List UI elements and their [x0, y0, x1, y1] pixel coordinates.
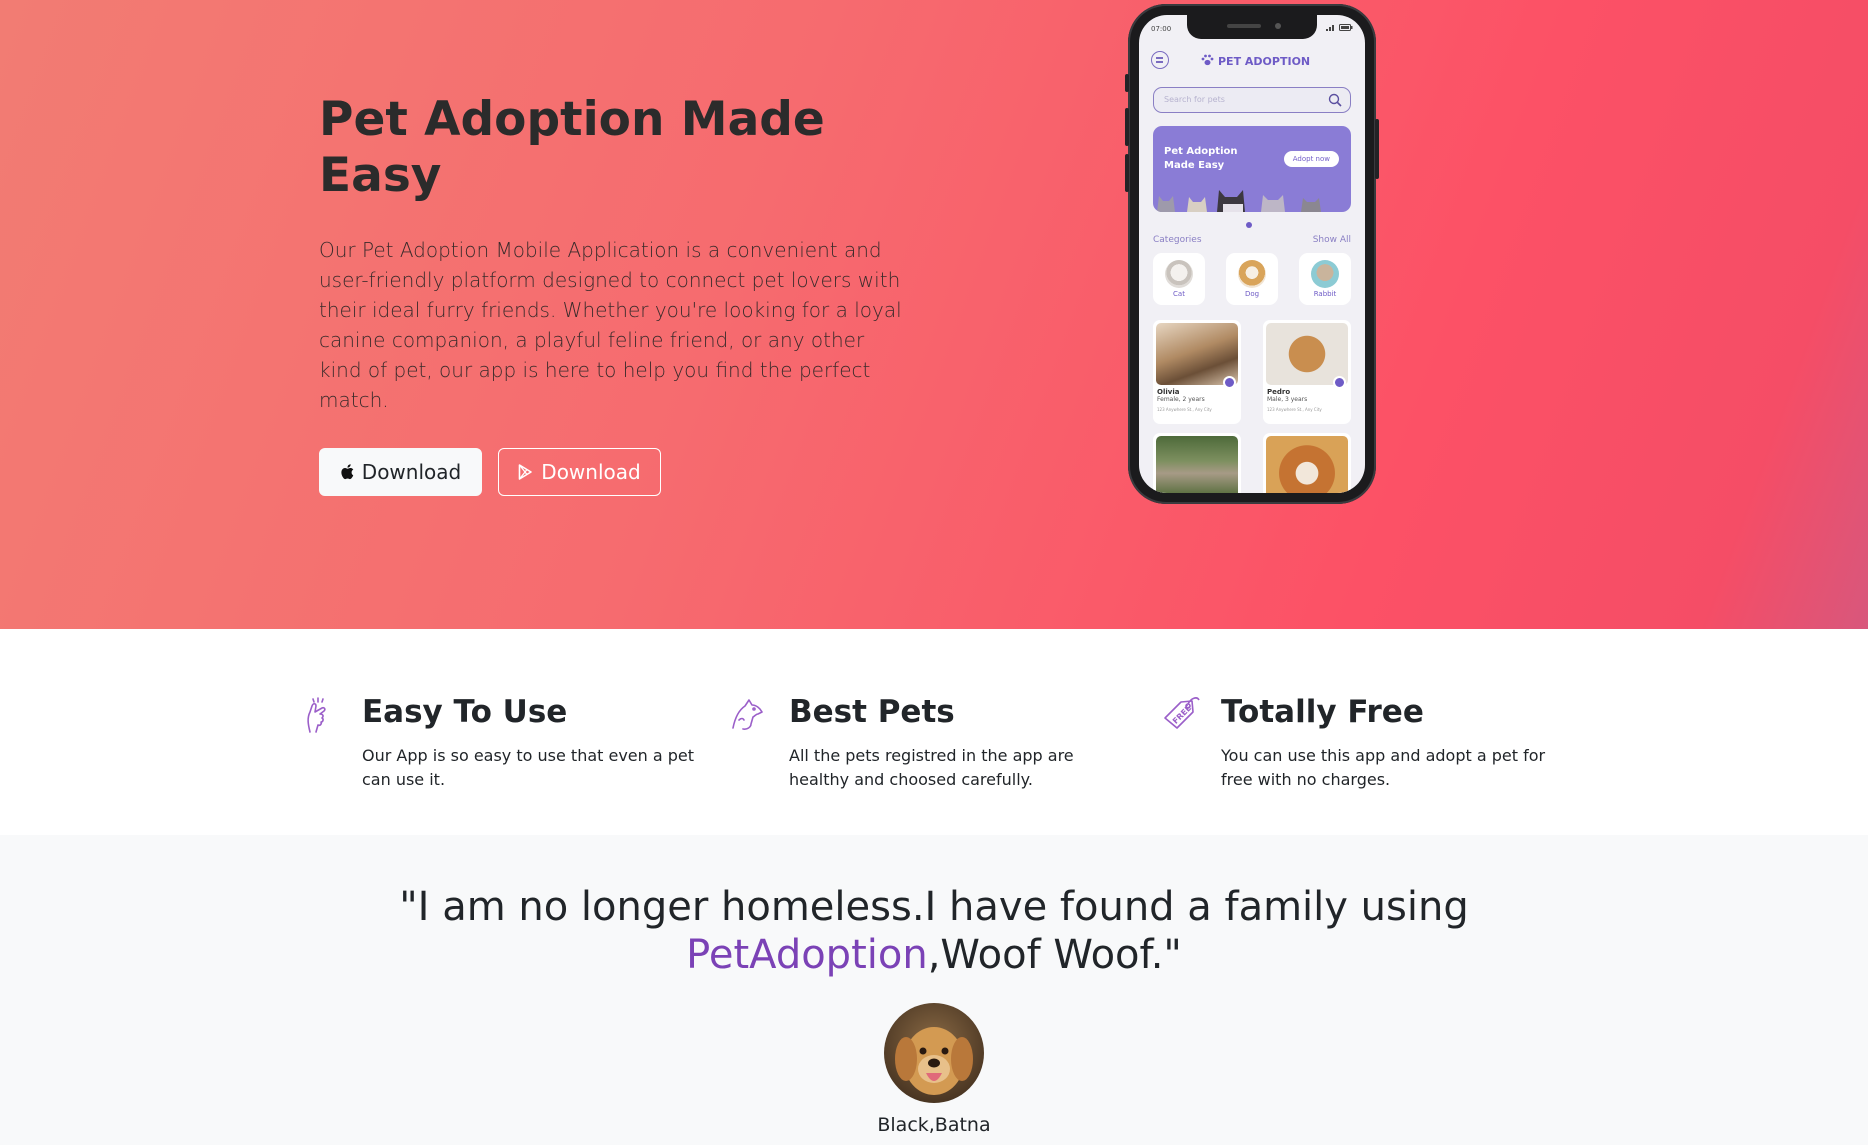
category-dog[interactable]: Dog	[1226, 253, 1278, 305]
pet-address: 123 Anywhere St., Any City	[1267, 407, 1322, 412]
google-play-icon	[518, 463, 533, 480]
app-store-download-label: Download	[361, 459, 462, 484]
category-label: Dog	[1244, 290, 1260, 298]
google-play-download-button[interactable]: Download	[498, 447, 661, 496]
banner-title-line2: Made Easy	[1164, 160, 1225, 171]
banner-title-line1: Pet Adoption	[1164, 146, 1238, 157]
phone-mockup: 07:00 PET ADOPTION Search for pets Pet A…	[1125, 4, 1379, 504]
rabbit-icon	[1311, 260, 1339, 288]
features-section: Easy To Use Our App is so easy to use th…	[0, 629, 1868, 835]
hero-text-block: Pet Adoption Made Easy Our Pet Adoption …	[319, 92, 904, 496]
menu-icon[interactable]	[1151, 51, 1169, 69]
banner-title: Pet Adoption Made Easy	[1164, 145, 1238, 173]
pet-card-olivia[interactable]: Olivia Female, 2 years 123 Anywhere St.,…	[1153, 320, 1241, 424]
testimonial-section: "I am no longer homeless.I have found a …	[0, 835, 1868, 1145]
hand-gesture-icon	[302, 694, 332, 738]
pet-name: Pedro	[1267, 388, 1291, 396]
category-list: Cat Dog Rabbit	[1153, 253, 1351, 305]
promo-banner: Pet Adoption Made Easy Adopt now	[1153, 126, 1351, 212]
apple-icon	[340, 463, 354, 480]
pet-photo	[1156, 436, 1238, 493]
phone-screen: 07:00 PET ADOPTION Search for pets Pet A…	[1139, 15, 1365, 493]
pet-card-rabbit[interactable]	[1153, 433, 1241, 493]
quote-text-part2: ,Woof Woof."	[927, 932, 1182, 978]
app-title-text: PET ADOPTION	[1218, 55, 1311, 68]
pet-photo	[1266, 436, 1348, 493]
carousel-dot[interactable]	[1246, 222, 1252, 228]
categories-label: Categories	[1153, 235, 1202, 245]
phone-search-placeholder: Search for pets	[1164, 95, 1225, 104]
paw-icon	[1201, 54, 1214, 69]
pet-info: Male, 3 years	[1267, 396, 1308, 403]
golden-retriever-avatar	[884, 1003, 984, 1103]
category-rabbit[interactable]: Rabbit	[1299, 253, 1351, 305]
favorite-heart-icon[interactable]	[1223, 376, 1236, 389]
categories-header: Categories Show All	[1153, 235, 1351, 245]
pet-address: 123 Anywhere St., Any City	[1157, 407, 1212, 412]
adopt-now-button[interactable]: Adopt now	[1283, 151, 1339, 167]
download-buttons: Download Download	[319, 447, 904, 496]
feature-title: Totally Free	[1221, 694, 1424, 730]
pet-card-pedro[interactable]: Pedro Male, 3 years 123 Anywhere St., An…	[1263, 320, 1351, 424]
quote-brand-accent: PetAdoption	[686, 932, 928, 978]
favorite-heart-icon[interactable]	[1333, 376, 1346, 389]
app-header: PET ADOPTION	[1139, 49, 1365, 71]
pet-info: Female, 2 years	[1157, 396, 1205, 403]
app-store-download-button[interactable]: Download	[319, 447, 482, 496]
google-play-download-label: Download	[541, 459, 641, 484]
testimonial-author: Black,Batna	[877, 1114, 991, 1136]
status-time: 07:00	[1151, 25, 1172, 33]
pet-grid: Olivia Female, 2 years 123 Anywhere St.,…	[1153, 320, 1351, 493]
status-icons	[1326, 24, 1353, 31]
phone-search-input[interactable]: Search for pets	[1153, 87, 1351, 113]
category-label: Cat	[1173, 290, 1185, 298]
search-icon	[1328, 93, 1342, 109]
pet-head-icon	[729, 694, 767, 736]
feature-description: You can use this app and adopt a pet for…	[1221, 746, 1546, 789]
dog-icon	[1238, 260, 1266, 288]
quote-text-part1: "I am no longer homeless.I have found a …	[399, 884, 1469, 930]
hero-section: Pet Adoption Made Easy Our Pet Adoption …	[0, 0, 1868, 629]
feature-description: Our App is so easy to use that even a pe…	[362, 746, 695, 789]
hero-title: Pet Adoption Made Easy	[319, 92, 825, 204]
testimonial-quote: "I am no longer homeless.I have found a …	[0, 883, 1868, 979]
pet-card-dog[interactable]	[1263, 433, 1351, 493]
hero-description: Our Pet Adoption Mobile Application is a…	[319, 237, 902, 412]
pet-name: Olivia	[1157, 388, 1180, 396]
phone-notch	[1187, 15, 1317, 39]
banner-pets-illustration	[1157, 190, 1321, 212]
feature-title: Easy To Use	[362, 694, 568, 730]
free-tag-icon: FREE	[1161, 694, 1201, 736]
show-all-link[interactable]: Show All	[1313, 235, 1351, 245]
category-label: Rabbit	[1313, 290, 1337, 298]
app-title: PET ADOPTION	[1201, 54, 1310, 69]
cat-icon	[1165, 260, 1193, 288]
feature-description: All the pets registred in the app are he…	[789, 746, 1074, 789]
feature-title: Best Pets	[789, 694, 955, 730]
category-cat[interactable]: Cat	[1153, 253, 1205, 305]
